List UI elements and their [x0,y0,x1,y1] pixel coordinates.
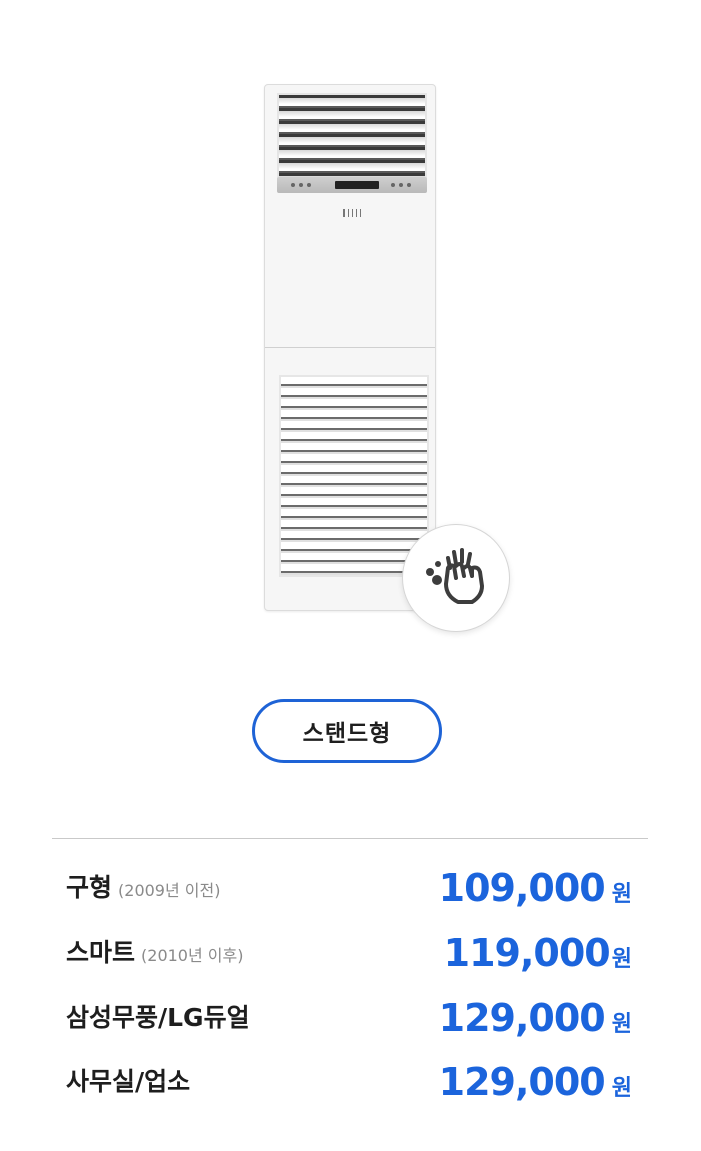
price-row-note: (2010년 이후) [141,946,244,965]
category-button-stand[interactable]: 스탠드형 [252,699,442,763]
price-amount: 119,000 [443,931,611,975]
body-seam [265,347,435,348]
price-row-name: 구형 [66,873,113,902]
price-row-name: 스마트 [66,938,136,967]
panel-button [399,183,403,187]
price-row-name: 삼성무풍/LG듀얼 [66,1003,250,1032]
price-row: 삼성무풍/LG듀얼 129,000 원 [66,990,632,1050]
price-row-label: 삼성무풍/LG듀얼 [66,998,256,1034]
bottom-vent-grille [279,375,429,577]
cleaning-badge [402,524,510,632]
price-amount: 129,000 [438,1060,606,1104]
price-amount: 129,000 [438,996,606,1040]
panel-button [407,183,411,187]
panel-button [291,183,295,187]
top-vent-grille [277,93,427,187]
price-unit: 원 [611,1076,632,1101]
panel-button [391,183,395,187]
price-row-label: 스마트 (2010년 이후) [66,933,243,969]
product-image [262,84,438,614]
divider [52,838,648,839]
panel-button [307,183,311,187]
price-unit: 원 [611,947,632,972]
price-row-label: 구형 (2009년 이전) [66,868,220,904]
price-value: 119,000 원 [444,931,632,975]
price-row: 구형 (2009년 이전) 109,000 원 [66,860,632,920]
price-row-label: 사무실/업소 [66,1062,196,1098]
price-unit: 원 [611,1012,632,1037]
price-value: 129,000 원 [439,1060,632,1104]
panel-button [299,183,303,187]
hand-cleaning-icon [426,548,484,604]
price-amount: 109,000 [438,866,606,910]
price-row-name: 사무실/업소 [66,1067,191,1096]
brand-logo [343,209,361,217]
price-value: 109,000 원 [439,866,632,910]
air-conditioner-body [264,84,436,611]
price-unit: 원 [611,882,632,907]
price-value: 129,000 원 [439,996,632,1040]
price-row-note: (2009년 이전) [118,881,221,900]
price-row: 스마트 (2010년 이후) 119,000 원 [66,925,632,985]
panel-display [335,181,379,189]
price-row: 사무실/업소 129,000 원 [66,1054,632,1114]
control-panel [277,177,427,193]
